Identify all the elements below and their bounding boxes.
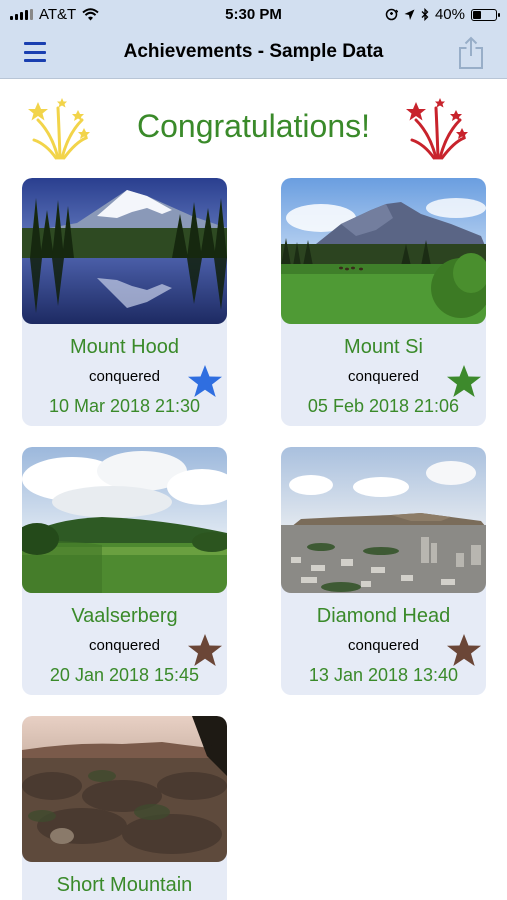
share-icon[interactable] <box>457 36 485 70</box>
achievement-name: Mount Si <box>344 336 423 358</box>
achievement-card-vaalserberg[interactable]: Vaalserberg conquered 20 Jan 2018 15:45 <box>22 447 227 695</box>
achievement-name: Vaalserberg <box>71 605 178 627</box>
battery-percent: 40% <box>434 6 465 23</box>
mountain-photo <box>281 178 486 324</box>
fireworks-icon <box>406 98 468 160</box>
achievement-card-short-mountain[interactable]: Short Mountain <box>22 716 227 900</box>
battery-fill <box>473 10 481 19</box>
mountain-photo <box>22 178 227 324</box>
achievement-card-mount-hood[interactable]: Mount Hood conquered 10 Mar 2018 21:30 <box>22 178 227 426</box>
star-icon <box>447 634 481 666</box>
status-bar: AT&T 5:30 PM 40% <box>0 0 507 28</box>
screen-lock-icon <box>385 8 398 21</box>
achievement-date: 20 Jan 2018 15:45 <box>49 665 200 685</box>
star-icon <box>188 365 222 397</box>
mountain-photo <box>22 447 227 593</box>
bluetooth-icon <box>421 8 429 21</box>
status-right: 40% <box>385 6 500 23</box>
mountain-photo <box>22 716 227 862</box>
page-title: Achievements - Sample Data <box>123 41 384 62</box>
battery-icon <box>471 8 500 21</box>
achievement-card-mount-si[interactable]: Mount Si conquered 05 Feb 2018 21:06 <box>281 178 486 426</box>
achievement-name: Mount Hood <box>70 336 179 358</box>
mountain-photo <box>281 447 486 593</box>
star-icon <box>447 365 481 397</box>
achievement-name: Diamond Head <box>316 605 451 627</box>
achievement-date: 10 Mar 2018 21:30 <box>48 396 201 416</box>
achievement-card-diamond-head[interactable]: Diamond Head conquered 13 Jan 2018 13:40 <box>281 447 486 695</box>
navigation-bar: Achievements - Sample Data <box>0 28 507 79</box>
achievement-name: Short Mountain <box>56 874 193 896</box>
achievement-date: 05 Feb 2018 21:06 <box>307 396 460 416</box>
star-icon <box>188 634 222 666</box>
achievement-date: 13 Jan 2018 13:40 <box>308 665 459 685</box>
location-icon <box>404 9 415 20</box>
